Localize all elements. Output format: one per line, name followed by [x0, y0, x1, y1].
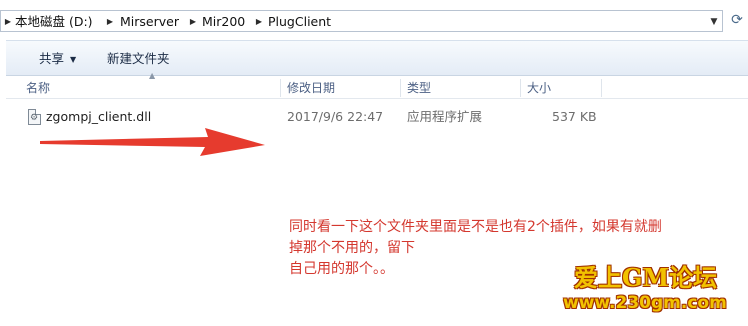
file-type: 应用程序扩展 — [407, 109, 483, 124]
share-button[interactable]: 共享 ▼ — [39, 50, 76, 68]
column-header-modified[interactable]: 修改日期 — [281, 77, 400, 99]
new-folder-button-label: 新建文件夹 — [107, 51, 170, 66]
chevron-right-icon[interactable]: ▶ — [106, 17, 114, 27]
arrow-shape — [40, 128, 265, 156]
column-header-type-label: 类型 — [407, 81, 432, 95]
toolbar: 共享 ▼ 新建文件夹 — [6, 40, 748, 76]
file-row[interactable]: zgompj_client.dll 2017/9/6 22:47 应用程序扩展 … — [6, 107, 748, 127]
chevron-right-icon[interactable]: ▶ — [255, 17, 263, 27]
dll-file-icon — [28, 109, 41, 125]
column-header-row: ▲ 名称 修改日期 类型 大小 — [6, 71, 748, 99]
column-header-size[interactable]: 大小 — [521, 77, 601, 99]
file-name: zgompj_client.dll — [46, 109, 152, 124]
address-box[interactable]: ▶ 本地磁盘 (D:) ▶ Mirserver ▶ Mir200 ▶ PlugC… — [0, 10, 723, 32]
share-button-label: 共享 — [39, 51, 65, 66]
new-folder-button[interactable]: 新建文件夹 — [107, 50, 170, 68]
column-header-name-label: 名称 — [26, 81, 51, 95]
column-header-modified-label: 修改日期 — [287, 81, 336, 95]
breadcrumb-mir200[interactable]: Mir200 — [202, 14, 245, 30]
address-bar[interactable]: ▶ 本地磁盘 (D:) ▶ Mirserver ▶ Mir200 ▶ PlugC… — [0, 8, 748, 35]
chevron-right-icon[interactable]: ▶ — [189, 17, 197, 27]
column-header-name[interactable]: 名称 — [20, 77, 280, 99]
chevron-down-icon[interactable]: ▼ — [707, 15, 721, 29]
annotation-line-1: 同时看一下这个文件夹里面是不是也有2个插件，如果有就删掉那个不用的，留下 — [289, 219, 662, 256]
file-size: 537 KB — [552, 109, 597, 124]
red-arrow-annotation — [40, 128, 265, 156]
watermark-title: 爱上GM论坛 — [574, 263, 718, 292]
column-header-size-label: 大小 — [527, 81, 552, 95]
breadcrumb-drive[interactable]: 本地磁盘 (D:) — [15, 14, 93, 30]
watermark-url: www.230gm.com — [563, 293, 727, 313]
breadcrumb-plugclient[interactable]: PlugClient — [268, 14, 331, 30]
breadcrumb-mirserver[interactable]: Mirserver — [120, 14, 179, 30]
chevron-down-icon: ▼ — [70, 54, 77, 64]
refresh-icon[interactable]: ⟳ — [728, 11, 746, 29]
column-header-type[interactable]: 类型 — [401, 77, 520, 99]
column-divider[interactable] — [601, 79, 602, 97]
chevron-right-icon[interactable]: ▶ — [4, 17, 12, 27]
file-modified: 2017/9/6 22:47 — [287, 109, 384, 124]
